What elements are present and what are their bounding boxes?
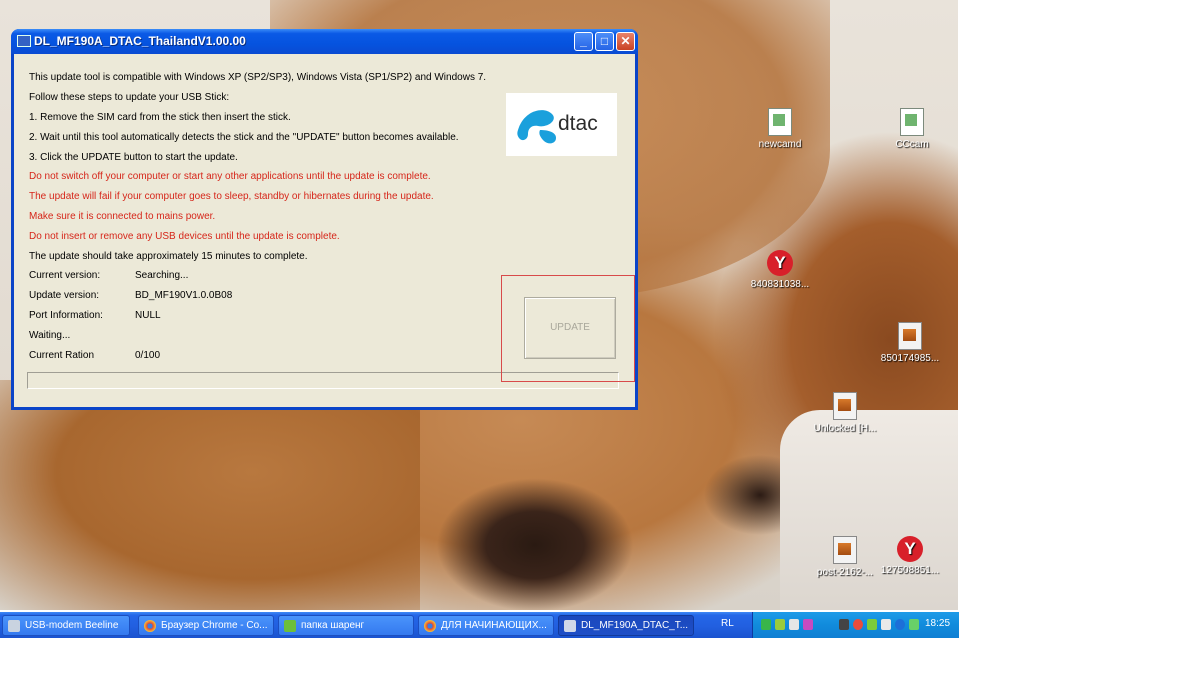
updater-window: DL_MF190A_DTAC_ThailandV1.00.00 _ □ ✕ Th… xyxy=(11,29,638,410)
minimize-button[interactable]: _ xyxy=(574,32,593,51)
desktop-icon-cccam[interactable]: CCcam xyxy=(872,108,952,150)
archive-icon xyxy=(833,392,857,420)
taskbar-item-label: папка шаренг xyxy=(301,620,365,631)
file-icon xyxy=(900,108,924,136)
desktop-icon-unlocked[interactable]: Unlocked [H... xyxy=(805,392,885,434)
desktop-icon-label: 850174985... xyxy=(880,353,940,364)
waiting-status: Waiting... xyxy=(29,330,71,341)
archive-icon xyxy=(898,322,922,350)
language-indicator[interactable]: RL xyxy=(721,618,734,629)
desktop-icon-label: 840831038... xyxy=(750,279,810,290)
folder-icon xyxy=(284,620,296,632)
info-icon[interactable] xyxy=(895,619,905,630)
update-button[interactable]: UPDATE xyxy=(524,297,616,359)
tray-icon[interactable] xyxy=(803,619,813,630)
wallpaper-fur-bottom xyxy=(0,380,420,610)
app-icon xyxy=(564,620,576,632)
volume-icon[interactable] xyxy=(881,619,891,630)
warning-3: Make sure it is connected to mains power… xyxy=(29,211,216,222)
taskbar-item-label: Браузер Chrome - Co... xyxy=(161,620,268,631)
desktop-icon-127508851[interactable]: Y 127508851... xyxy=(870,536,950,576)
warning-2: The update will fail if your computer go… xyxy=(29,191,434,202)
window-client-area: This update tool is compatible with Wind… xyxy=(14,54,635,407)
taskbar-item-usb-modem[interactable]: USB-modem Beeline xyxy=(2,615,130,636)
dtac-logo-text: dtac xyxy=(558,112,598,135)
desktop-icon-newcamd[interactable]: newcamd xyxy=(740,108,820,150)
current-ration-label: Current Ration xyxy=(29,350,95,361)
tray-icon[interactable] xyxy=(775,619,785,630)
step-1: 1. Remove the SIM card from the stick th… xyxy=(29,112,291,123)
update-version-label: Update version: xyxy=(29,290,100,301)
yandex-icon: Y xyxy=(897,536,923,562)
desktop-icon-850174985[interactable]: 850174985... xyxy=(870,322,950,364)
update-progress-bar xyxy=(27,372,619,389)
network-icon[interactable] xyxy=(909,619,919,630)
close-button[interactable]: ✕ xyxy=(616,32,635,51)
desktop-icon-label: CCcam xyxy=(895,139,929,150)
duration-text: The update should take approximately 15 … xyxy=(29,251,308,262)
instructions-heading: Follow these steps to update your USB St… xyxy=(29,92,230,103)
taskbar-item-updater[interactable]: DL_MF190A_DTAC_T... xyxy=(558,615,694,636)
warning-1: Do not switch off your computer or start… xyxy=(29,171,431,182)
maximize-button[interactable]: □ xyxy=(595,32,614,51)
window-title: DL_MF190A_DTAC_ThailandV1.00.00 xyxy=(34,34,246,48)
taskbar-item-label: ДЛЯ НАЧИНАЮЩИХ... xyxy=(441,620,547,631)
chrome-icon xyxy=(144,620,156,632)
compat-text: This update tool is compatible with Wind… xyxy=(29,72,487,83)
update-version-value: BD_MF190V1.0.0B08 xyxy=(135,290,233,301)
taskbar-item-chrome-2[interactable]: ДЛЯ НАЧИНАЮЩИХ... xyxy=(418,615,554,636)
modem-icon xyxy=(8,620,20,632)
tray-icon[interactable] xyxy=(839,619,849,630)
tray-icon[interactable] xyxy=(853,619,863,630)
current-version-label: Current version: xyxy=(29,270,101,281)
tray-icon[interactable] xyxy=(789,619,799,630)
step-2: 2. Wait until this tool automatically de… xyxy=(29,132,459,143)
taskbar: USB-modem Beeline Браузер Chrome - Co...… xyxy=(0,612,959,638)
current-version-value: Searching... xyxy=(135,270,189,281)
tray-icon[interactable] xyxy=(867,619,877,630)
desktop-icon-label: newcamd xyxy=(758,139,802,150)
dtac-logo-mark xyxy=(517,110,556,144)
file-icon xyxy=(768,108,792,136)
taskbar-item-label: USB-modem Beeline xyxy=(25,620,119,631)
current-ration-value: 0/100 xyxy=(135,350,161,361)
taskbar-item-chrome-1[interactable]: Браузер Chrome - Co... xyxy=(138,615,274,636)
tray-icon[interactable] xyxy=(761,619,771,630)
taskbar-item-folder[interactable]: папка шаренг xyxy=(278,615,414,636)
yandex-icon: Y xyxy=(767,250,793,276)
port-info-value: NULL xyxy=(135,310,161,321)
step-3: 3. Click the UPDATE button to start the … xyxy=(29,152,238,163)
clock[interactable]: 18:25 xyxy=(925,618,950,629)
app-icon xyxy=(17,35,31,47)
desktop-icon-label: Unlocked [H... xyxy=(813,423,877,434)
dtac-logo: dtac xyxy=(506,93,617,156)
desktop-icon-840831038[interactable]: Y 840831038... xyxy=(740,250,820,290)
port-info-label: Port Information: xyxy=(29,310,103,321)
archive-icon xyxy=(833,536,857,564)
taskbar-item-label: DL_MF190A_DTAC_T... xyxy=(581,620,689,631)
window-titlebar[interactable]: DL_MF190A_DTAC_ThailandV1.00.00 _ □ ✕ xyxy=(11,29,638,54)
wallpaper-blanket xyxy=(780,410,958,610)
chrome-icon xyxy=(424,620,436,632)
system-tray: 18:25 xyxy=(752,612,959,638)
desktop-icon-label: post-2162-... xyxy=(816,567,874,578)
desktop-icon-label: 127508851... xyxy=(880,565,940,576)
warning-4: Do not insert or remove any USB devices … xyxy=(29,231,340,242)
